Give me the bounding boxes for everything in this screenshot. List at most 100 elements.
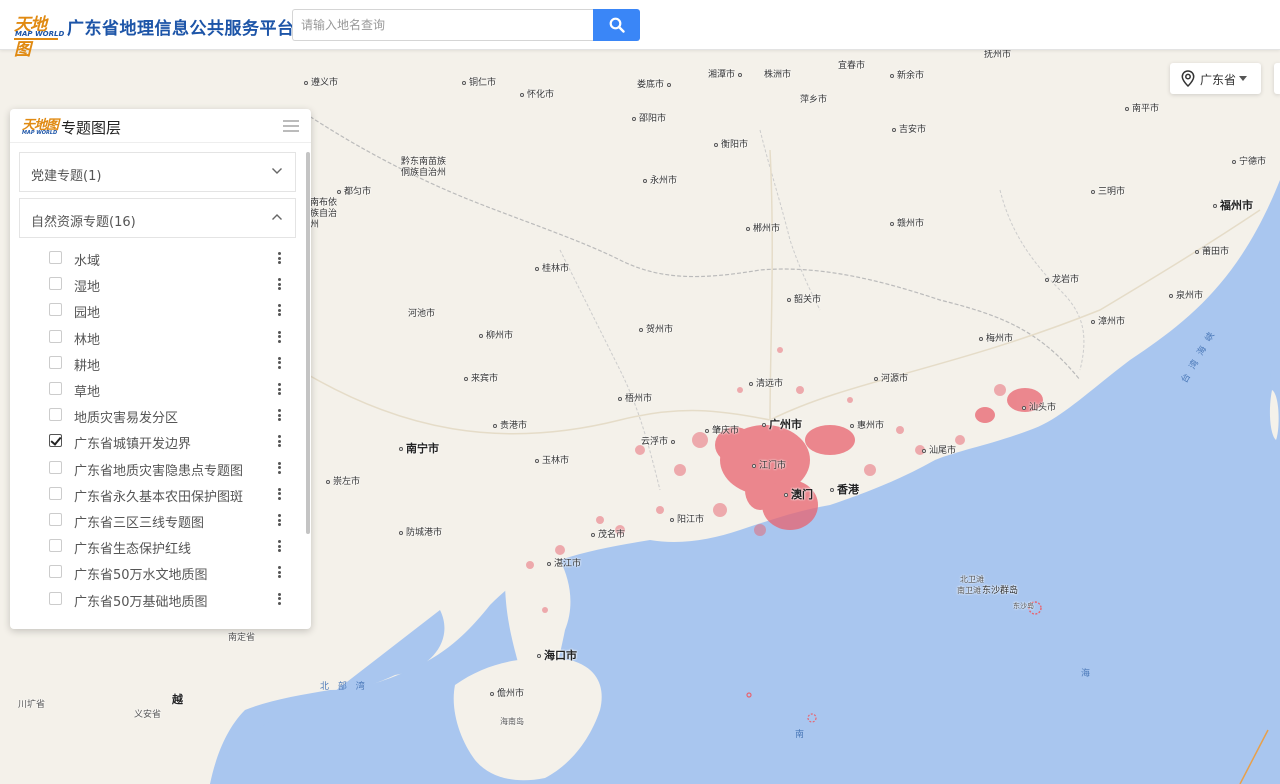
more-vertical-icon[interactable] — [278, 252, 281, 264]
layer-label: 广东省三区三线专题图 — [74, 516, 205, 531]
tianditu-logo[interactable]: 天地图 MAP WORLD — [14, 10, 64, 60]
more-vertical-icon[interactable] — [278, 566, 281, 579]
map-label-text: 娄底市 — [637, 80, 665, 90]
map-label-yichun: 宜春市 — [838, 61, 865, 72]
map-label-fuzhou: 福州市 — [1213, 200, 1253, 211]
map-label-duyun: 都匀市 — [337, 187, 371, 198]
category-party-building[interactable]: 党建专题(1) — [19, 152, 296, 192]
layer-checkbox[interactable] — [49, 486, 62, 500]
more-vertical-icon[interactable] — [278, 304, 281, 317]
layer-item[interactable]: 地质灾害易发分区 — [47, 404, 292, 426]
map-label-laibin: 来宾市 — [464, 374, 498, 385]
layer-item[interactable]: 广东省地质灾害隐患点专题图 — [47, 457, 292, 479]
city-dot-icon — [643, 178, 647, 183]
more-vertical-icon[interactable] — [278, 383, 281, 395]
layer-checkbox[interactable] — [49, 539, 62, 553]
map-label-text: 三明市 — [1098, 187, 1126, 197]
map-label-ganzhou: 赣州市 — [890, 219, 924, 230]
panel-logo-subtext: MAP WORLD — [22, 130, 58, 136]
city-dot-icon — [749, 381, 753, 386]
city-dot-icon — [632, 116, 636, 121]
thematic-layer-panel: 天地图 MAP WORLD 专题图层 党建专题(1) 自然资源专题(16) 水域… — [10, 109, 311, 629]
map-label-text: 来宾市 — [471, 374, 499, 384]
layer-item[interactable]: 耕地 — [47, 352, 292, 374]
map-label-yongzhou: 永州市 — [643, 176, 677, 187]
more-vertical-icon[interactable] — [278, 592, 281, 605]
layer-item[interactable]: 广东省生态保护红线 — [47, 535, 292, 557]
layer-item[interactable]: 广东省50万基础地质图 — [47, 588, 292, 610]
layer-checkbox[interactable] — [49, 329, 62, 343]
layer-checkbox[interactable] — [49, 460, 62, 474]
right-toolbar-edge[interactable] — [1274, 63, 1280, 94]
map-label-shanwei: 汕尾市 — [922, 446, 956, 457]
layer-item[interactable]: 湿地 — [47, 273, 292, 295]
layer-checkbox[interactable] — [49, 591, 62, 605]
map-label-text: 泉州市 — [1176, 291, 1204, 301]
city-dot-icon — [1045, 277, 1049, 282]
layer-item[interactable]: 广东省三区三线专题图 — [47, 509, 292, 531]
layer-checkbox[interactable] — [49, 565, 62, 579]
more-vertical-icon[interactable] — [278, 330, 281, 343]
more-vertical-icon[interactable] — [278, 435, 281, 448]
layer-label: 草地 — [74, 385, 101, 400]
layer-checkbox[interactable] — [49, 277, 62, 291]
category-natural-resources[interactable]: 自然资源专题(16) — [19, 198, 296, 238]
map-label-text: 梧州市 — [625, 394, 653, 404]
city-dot-icon — [850, 423, 854, 428]
layer-item[interactable]: 园地 — [47, 299, 292, 321]
panel-scrollbar[interactable] — [306, 152, 310, 534]
map-label-text: 梅州市 — [986, 334, 1014, 344]
layer-checkbox[interactable] — [49, 303, 62, 317]
map-label-jian: 吉安市 — [892, 125, 926, 136]
panel-logo: 天地图 MAP WORLD — [22, 115, 59, 137]
map-label-heyuan: 河源市 — [874, 374, 908, 385]
more-vertical-icon[interactable] — [278, 409, 281, 422]
city-dot-icon — [639, 327, 643, 332]
place-search-input[interactable] — [292, 9, 594, 41]
city-dot-icon — [892, 127, 896, 132]
more-vertical-icon[interactable] — [278, 356, 281, 369]
city-dot-icon — [890, 221, 894, 226]
map-label-text: 汕尾市 — [929, 446, 957, 456]
layer-checkbox[interactable] — [49, 251, 62, 264]
layer-item[interactable]: 林地 — [47, 326, 292, 348]
province-selector[interactable]: 广东省 — [1170, 63, 1261, 94]
map-label-yulin: 玉林市 — [535, 456, 569, 467]
more-vertical-icon[interactable] — [278, 487, 281, 500]
layer-item[interactable]: 草地 — [47, 378, 292, 400]
more-vertical-icon[interactable] — [278, 540, 281, 553]
map-label-text: 贺州市 — [646, 325, 674, 335]
city-dot-icon — [464, 376, 468, 381]
map-label-text: 肇庆市 — [712, 426, 740, 436]
more-vertical-icon[interactable] — [278, 461, 281, 474]
map-label-text: 义安省 — [134, 710, 162, 720]
layer-item[interactable]: 广东省城镇开发边界 — [47, 430, 292, 452]
city-dot-icon — [979, 336, 983, 341]
city-dot-icon — [535, 458, 539, 463]
layer-item[interactable]: 广东省永久基本农田保护图斑 — [47, 483, 292, 505]
list-icon[interactable] — [283, 119, 299, 133]
map-label-text: 福州市 — [1220, 199, 1253, 212]
map-label-hai: 海 — [1081, 669, 1090, 680]
city-dot-icon — [874, 376, 878, 381]
layer-checkbox[interactable] — [49, 408, 62, 422]
layer-item[interactable]: 水域 — [47, 247, 292, 269]
map-label-dongsha-dao: 东沙岛 — [1013, 601, 1034, 612]
city-dot-icon — [1213, 204, 1217, 208]
city-dot-icon — [537, 654, 541, 658]
layer-label: 广东省城镇开发边界 — [74, 437, 192, 453]
layer-item[interactable]: 广东省50万水文地质图 — [47, 561, 292, 583]
layer-checkbox[interactable] — [49, 382, 62, 395]
search-button[interactable] — [593, 9, 640, 41]
map-label-shaoguan: 韶关市 — [787, 295, 821, 306]
city-dot-icon — [922, 448, 926, 453]
layer-checkbox[interactable] — [49, 513, 62, 526]
layer-checkbox[interactable] — [49, 434, 62, 448]
map-label-text: 莆田市 — [1202, 247, 1230, 257]
layer-checkbox[interactable] — [49, 355, 62, 369]
city-dot-icon — [490, 691, 494, 696]
more-vertical-icon[interactable] — [278, 278, 281, 291]
map-label-text: 汕头市 — [1029, 403, 1057, 413]
more-vertical-icon[interactable] — [278, 514, 281, 526]
map-label-guangzhou: 广州市 — [762, 419, 802, 430]
